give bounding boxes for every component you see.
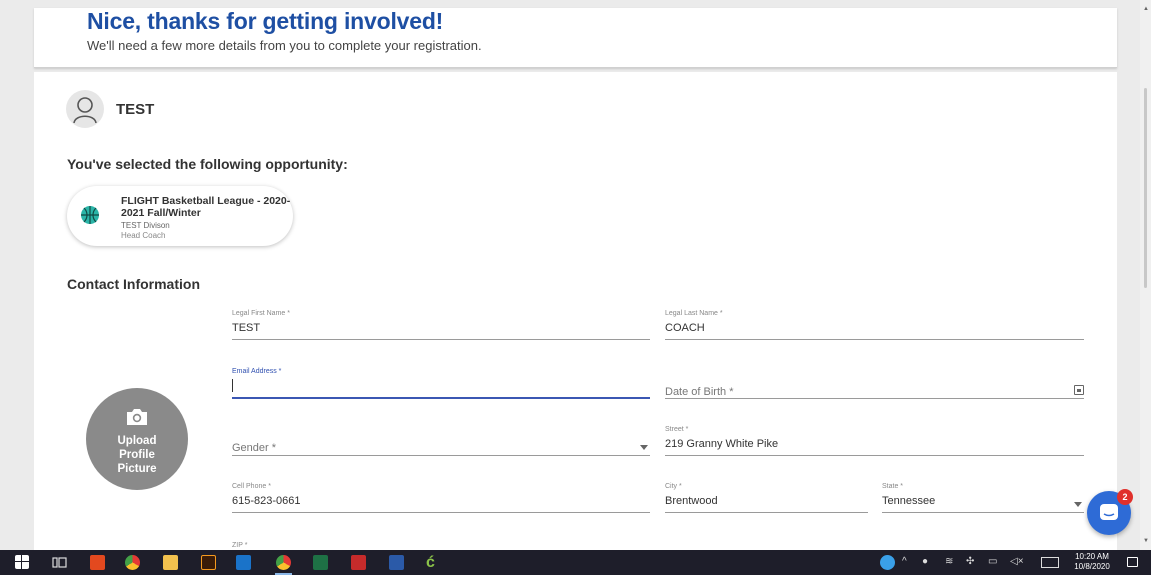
contact-information-heading: Contact Information [67, 276, 200, 292]
notification-center-icon[interactable] [1127, 557, 1138, 567]
date-of-birth-placeholder: Date of Birth * [665, 386, 734, 398]
windows-taskbar: ć ^ ● ≋ ✣ ▭ ◁× 10:20 AM 10/8/2020 [0, 550, 1151, 575]
outlook-icon[interactable] [236, 555, 251, 570]
opportunity-heading: You've selected the following opportunit… [67, 156, 348, 172]
show-hidden-icons-icon[interactable]: ^ [902, 556, 907, 567]
word-icon[interactable] [389, 555, 404, 570]
cell-phone-value: 615-823-0661 [232, 495, 301, 507]
chat-unread-badge: 2 [1117, 489, 1133, 505]
clock-time: 10:20 AM [1075, 552, 1109, 561]
gender-placeholder: Gender * [232, 442, 277, 454]
gender-underline [232, 455, 650, 456]
chrome-icon[interactable] [125, 555, 140, 570]
scroll-down-arrow-icon[interactable]: ▼ [1143, 538, 1149, 544]
city-field[interactable]: City * Brentwood [665, 483, 868, 513]
calendar-icon[interactable] [1074, 385, 1084, 395]
page-scrollbar[interactable]: ▲ ▼ [1140, 0, 1151, 550]
state-select[interactable]: State * Tennessee [882, 483, 1084, 513]
last-name-field[interactable]: Legal Last Name * COACH [665, 310, 1084, 340]
city-label: City * [665, 483, 682, 490]
first-name-label: Legal First Name * [232, 310, 290, 317]
last-name-label: Legal Last Name * [665, 310, 723, 317]
dropbox-tray-icon[interactable]: ✣ [966, 556, 974, 567]
email-label: Email Address * [232, 368, 282, 375]
text-caret [232, 379, 233, 392]
help-tray-icon[interactable] [880, 555, 895, 570]
chevron-down-icon [640, 445, 648, 450]
opportunity-title: FLIGHT Basketball League - 2020-2021 Fal… [121, 195, 291, 219]
upload-profile-picture-button[interactable]: Upload Profile Picture [86, 388, 188, 490]
wifi-tray-icon[interactable]: ≋ [945, 556, 953, 567]
state-underline [882, 512, 1084, 513]
battery-tray-icon[interactable]: ▭ [988, 556, 997, 567]
first-name-field[interactable]: Legal First Name * TEST [232, 310, 650, 340]
last-name-value: COACH [665, 322, 705, 334]
chat-icon [1100, 504, 1118, 520]
city-value: Brentwood [665, 495, 718, 507]
opportunity-card[interactable]: FLIGHT Basketball League - 2020-2021 Fal… [67, 186, 293, 246]
task-view-icon[interactable] [52, 555, 67, 570]
date-of-birth-field[interactable]: Date of Birth * [665, 370, 1084, 399]
app-icon[interactable]: ć [426, 555, 441, 571]
page-title: Nice, thanks for getting involved! [87, 8, 444, 34]
registration-form-card: TEST You've selected the following oppor… [34, 72, 1117, 550]
opportunity-division: TEST Divison [121, 221, 170, 230]
date-of-birth-underline [665, 398, 1084, 399]
excel-icon[interactable] [313, 555, 328, 570]
cell-phone-underline [232, 512, 650, 513]
cell-phone-field[interactable]: Cell Phone * 615-823-0661 [232, 483, 650, 513]
first-name-value: TEST [232, 322, 261, 334]
file-explorer-icon[interactable] [163, 555, 178, 570]
illustrator-icon[interactable] [201, 555, 216, 570]
user-name: TEST [116, 101, 155, 118]
first-name-underline [232, 339, 650, 340]
state-value: Tennessee [882, 495, 936, 507]
gender-select[interactable]: Gender * [232, 426, 650, 456]
volume-muted-icon[interactable]: ◁× [1010, 556, 1024, 567]
taskbar-clock[interactable]: 10:20 AM 10/8/2020 [1071, 552, 1113, 572]
state-label: State * [882, 483, 904, 490]
scroll-up-arrow-icon[interactable]: ▲ [1143, 6, 1149, 12]
street-field[interactable]: Street * 219 Granny White Pike [665, 426, 1084, 456]
network-tray-icon[interactable]: ● [922, 556, 928, 567]
acrobat-icon[interactable] [351, 555, 366, 570]
street-label: Street * [665, 426, 689, 433]
avatar [66, 90, 104, 128]
scroll-thumb[interactable] [1144, 88, 1147, 288]
email-underline [232, 397, 650, 399]
clock-date: 10/8/2020 [1074, 562, 1110, 571]
windows-start-icon[interactable] [15, 555, 29, 569]
user-silhouette-icon [73, 97, 97, 124]
email-field[interactable]: Email Address * [232, 368, 650, 399]
street-underline [665, 455, 1084, 456]
street-value: 219 Granny White Pike [665, 438, 779, 450]
chrome-active-icon[interactable] [276, 555, 291, 570]
upload-profile-picture-label: Upload Profile Picture [117, 435, 157, 475]
last-name-underline [665, 339, 1084, 340]
opportunity-role: Head Coach [121, 231, 166, 240]
zip-field[interactable]: ZIP * [232, 542, 650, 550]
office-icon[interactable] [90, 555, 105, 570]
page-subtitle: We'll need a few more details from you t… [87, 38, 482, 53]
camera-icon [127, 409, 147, 425]
basketball-icon [81, 206, 99, 224]
city-underline [665, 512, 868, 513]
registration-page: Nice, thanks for getting involved! We'll… [0, 0, 1151, 550]
header-card: Nice, thanks for getting involved! We'll… [34, 8, 1117, 68]
cell-phone-label: Cell Phone * [232, 483, 271, 490]
zip-label: ZIP * [232, 542, 248, 549]
chevron-down-icon [1074, 502, 1082, 507]
keyboard-tray-icon[interactable] [1041, 557, 1059, 568]
